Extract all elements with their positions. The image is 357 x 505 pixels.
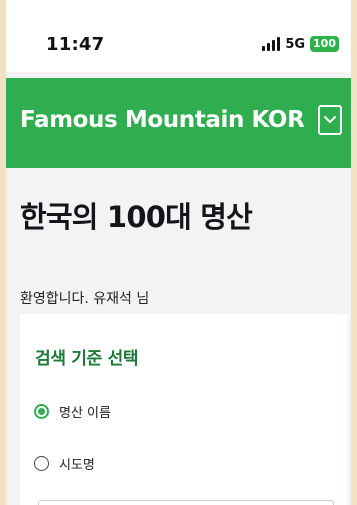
menu-dropdown-button[interactable] — [318, 105, 342, 135]
welcome-message: 환영합니다. 유재석 님 — [20, 291, 150, 307]
status-indicators: 5G 100 — [262, 36, 339, 52]
chevron-down-icon — [324, 116, 336, 123]
app-bar: Famous Mountain KOR — [6, 78, 351, 168]
page-title: 한국의 100대 명산 — [20, 200, 253, 234]
phone-screen: 11:47 5G 100 Famous Mountain KOR 한국의 100… — [6, 0, 351, 505]
radio-button[interactable] — [34, 456, 49, 471]
radio-label: 명산 이름 — [59, 406, 111, 421]
battery-icon: 100 — [310, 36, 339, 52]
status-time: 11:47 — [46, 34, 105, 55]
status-bar: 11:47 5G 100 — [6, 0, 351, 72]
app-title: Famous Mountain KOR — [20, 107, 305, 133]
radio-button-selected[interactable] — [34, 404, 49, 419]
radio-label: 시도명 — [59, 458, 95, 473]
radio-option-province-name[interactable]: 시도명 — [34, 454, 95, 473]
signal-icon — [262, 37, 281, 51]
search-input[interactable] — [38, 500, 334, 505]
search-criteria-card: 검색 기준 선택 명산 이름 시도명 — [20, 314, 348, 505]
radio-option-mountain-name[interactable]: 명산 이름 — [34, 402, 111, 421]
network-type: 5G — [285, 36, 306, 52]
card-title: 검색 기준 선택 — [35, 349, 139, 369]
